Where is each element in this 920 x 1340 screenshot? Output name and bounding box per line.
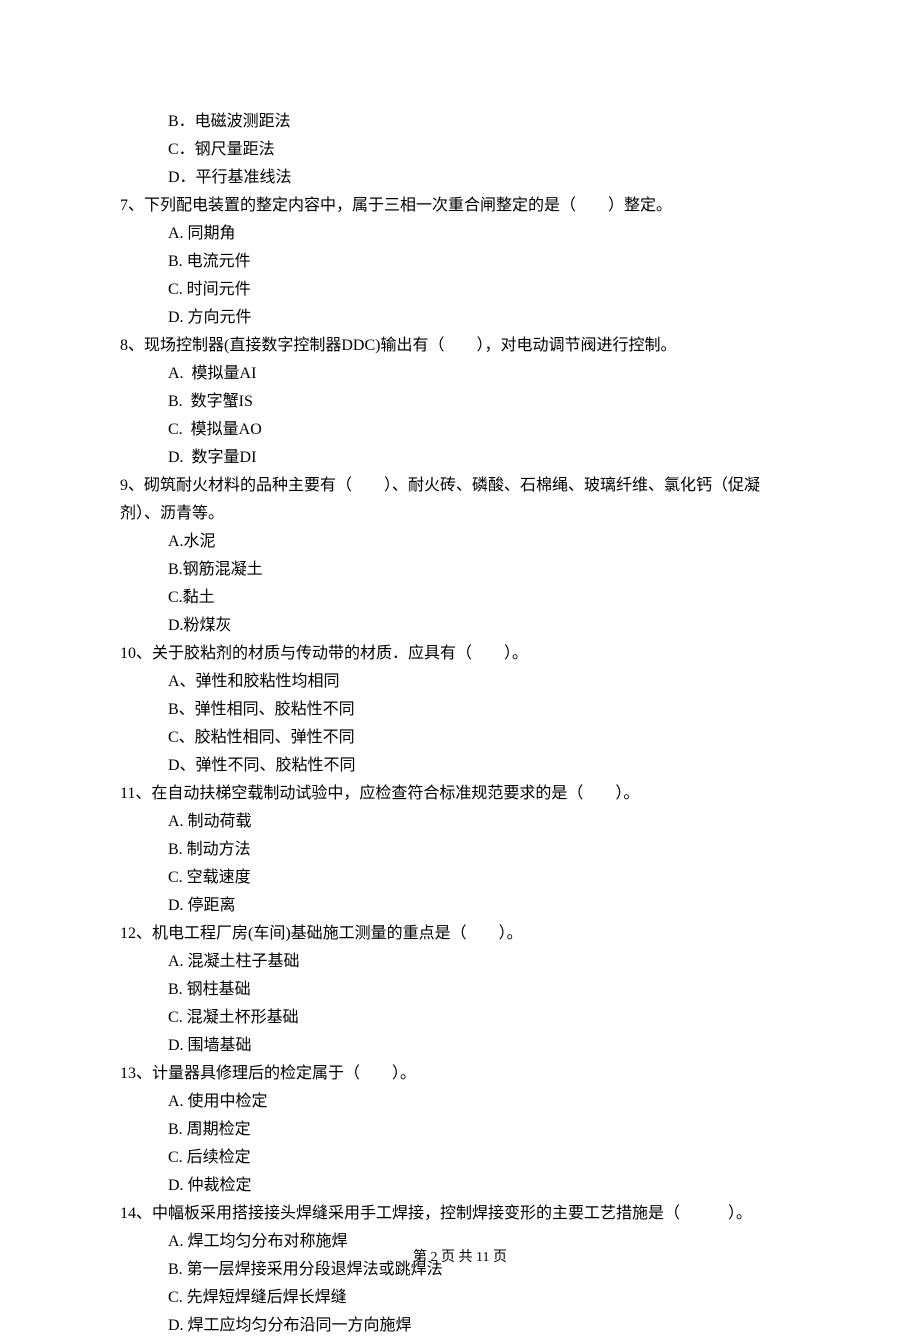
- q6-option-d: D．平行基准线法: [120, 164, 800, 192]
- q12-option-a: A. 混凝土柱子基础: [120, 948, 800, 976]
- q7-text: 7、下列配电装置的整定内容中，属于三相一次重合闸整定的是（ ）整定。: [120, 192, 800, 220]
- q9-text-line1: 9、砌筑耐火材料的品种主要有（ ）、耐火砖、磷酸、石棉绳、玻璃纤维、氯化钙（促凝: [120, 472, 800, 500]
- q8-option-d: D. 数字量DI: [120, 444, 800, 472]
- q13-option-c: C. 后续检定: [120, 1144, 800, 1172]
- q9-text-line2: 剂）、沥青等。: [120, 500, 800, 528]
- q10-option-b: B、弹性相同、胶粘性不同: [120, 696, 800, 724]
- q8-option-b: B. 数字蟹IS: [120, 388, 800, 416]
- q8-option-c: C. 模拟量AO: [120, 416, 800, 444]
- q13-option-d: D. 仲裁检定: [120, 1172, 800, 1200]
- q7-option-a: A. 同期角: [120, 220, 800, 248]
- q8-text: 8、现场控制器(直接数字控制器DDC)输出有（ ），对电动调节阀进行控制。: [120, 332, 800, 360]
- q14-option-d: D. 焊工应均匀分布沿同一方向施焊: [120, 1312, 800, 1340]
- q11-option-d: D. 停距离: [120, 892, 800, 920]
- q7-option-d: D. 方向元件: [120, 304, 800, 332]
- q13-text: 13、计量器具修理后的检定属于（ ）。: [120, 1060, 800, 1088]
- q9-option-c: C.黏土: [120, 584, 800, 612]
- q7-option-c: C. 时间元件: [120, 276, 800, 304]
- q10-option-d: D、弹性不同、胶粘性不同: [120, 752, 800, 780]
- page-footer: 第 2 页 共 11 页: [0, 1246, 920, 1271]
- q6-option-c: C．钢尺量距法: [120, 136, 800, 164]
- q10-option-a: A、弹性和胶粘性均相同: [120, 668, 800, 696]
- q9-option-b: B.钢筋混凝土: [120, 556, 800, 584]
- q14-text: 14、中幅板采用搭接接头焊缝采用手工焊接，控制焊接变形的主要工艺措施是（ ）。: [120, 1200, 800, 1228]
- q11-option-b: B. 制动方法: [120, 836, 800, 864]
- q10-text: 10、关于胶粘剂的材质与传动带的材质．应具有（ ）。: [120, 640, 800, 668]
- q13-option-b: B. 周期检定: [120, 1116, 800, 1144]
- q12-text: 12、机电工程厂房(车间)基础施工测量的重点是（ ）。: [120, 920, 800, 948]
- q11-text: 11、在自动扶梯空载制动试验中，应检查符合标准规范要求的是（ ）。: [120, 780, 800, 808]
- q11-option-c: C. 空载速度: [120, 864, 800, 892]
- q14-option-c: C. 先焊短焊缝后焊长焊缝: [120, 1284, 800, 1312]
- q12-option-d: D. 围墙基础: [120, 1032, 800, 1060]
- q12-option-c: C. 混凝土杯形基础: [120, 1004, 800, 1032]
- q11-option-a: A. 制动荷载: [120, 808, 800, 836]
- q9-option-a: A.水泥: [120, 528, 800, 556]
- document-body: B．电磁波测距法 C．钢尺量距法 D．平行基准线法 7、下列配电装置的整定内容中…: [0, 0, 920, 1340]
- q9-option-d: D.粉煤灰: [120, 612, 800, 640]
- q7-option-b: B. 电流元件: [120, 248, 800, 276]
- q10-option-c: C、胶粘性相同、弹性不同: [120, 724, 800, 752]
- q12-option-b: B. 钢柱基础: [120, 976, 800, 1004]
- q8-option-a: A. 模拟量AI: [120, 360, 800, 388]
- q6-option-b: B．电磁波测距法: [120, 108, 800, 136]
- q13-option-a: A. 使用中检定: [120, 1088, 800, 1116]
